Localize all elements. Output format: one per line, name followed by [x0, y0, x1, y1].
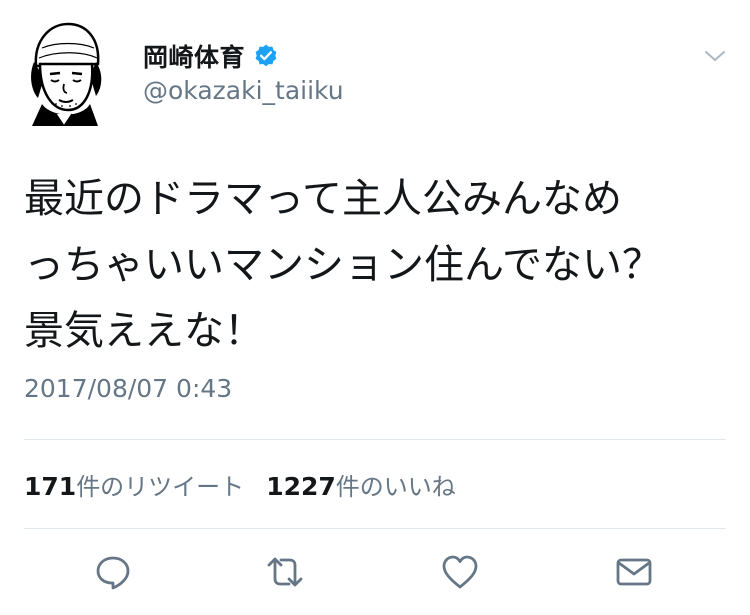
divider — [24, 439, 726, 440]
retweet-count-label: 件のリツイート — [76, 473, 245, 501]
reply-button[interactable] — [93, 552, 133, 592]
verified-badge-icon — [255, 44, 277, 67]
retweet-count[interactable]: 171 件のリツイート — [24, 467, 244, 502]
tweet-stats: 171 件のリツイート 1227 件のいいね — [24, 467, 456, 502]
tweet-timestamp[interactable]: 2017/08/07 0:43 — [24, 374, 232, 403]
avatar-illustration — [31, 22, 102, 128]
retweet-count-number: 171 — [24, 472, 77, 501]
avatar[interactable] — [22, 18, 108, 128]
more-options-button[interactable] — [703, 44, 727, 68]
retweet-icon — [267, 557, 303, 587]
like-count[interactable]: 1227 件のいいね — [266, 467, 456, 502]
retweet-button[interactable] — [265, 552, 305, 592]
user-handle[interactable]: @okazaki_taiiku — [143, 76, 344, 105]
like-count-label: 件のいいね — [335, 473, 456, 501]
like-button[interactable] — [440, 552, 480, 592]
tweet-text: 最近のドラマって主人公みんなめ っちゃいいマンション住んでない？ 景気ええな！ — [24, 176, 662, 354]
divider — [24, 528, 726, 529]
heart-icon — [442, 555, 478, 589]
reply-icon — [96, 556, 130, 590]
display-name[interactable]: 岡崎体育 — [143, 38, 245, 74]
envelope-icon — [616, 558, 652, 586]
like-count-number: 1227 — [266, 472, 336, 501]
chevron-down-icon — [705, 51, 725, 61]
direct-message-button[interactable] — [614, 552, 654, 592]
user-name-row[interactable]: 岡崎体育 — [143, 38, 279, 74]
